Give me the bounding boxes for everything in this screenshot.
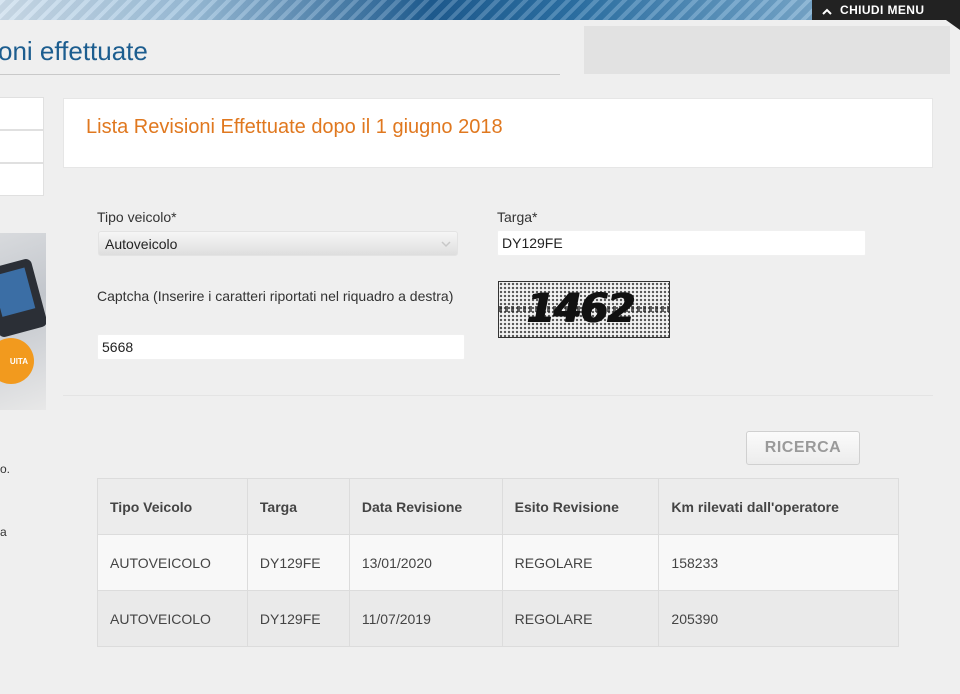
panel-header: Lista Revisioni Effettuate dopo il 1 giu… [63, 98, 933, 168]
search-button[interactable]: RICERCA [746, 431, 860, 465]
table-cell: 11/07/2019 [348, 590, 503, 647]
results-table: Tipo Veicolo Targa Data Revisione Esito … [97, 478, 899, 647]
sidebar-item[interactable] [0, 97, 44, 130]
table-row: AUTOVEICOLO DY129FE 13/01/2020 REGOLARE … [97, 534, 899, 591]
table-cell: AUTOVEICOLO [97, 590, 248, 647]
captcha-input[interactable]: 5668 [97, 334, 465, 360]
column-header: Esito Revisione [501, 478, 660, 535]
table-cell: REGOLARE [501, 534, 660, 591]
captcha-image-text: 1462 [527, 286, 635, 332]
chevron-up-icon [822, 8, 832, 15]
table-cell: DY129FE [246, 534, 350, 591]
sidebar-text: a [0, 525, 7, 539]
column-header: Targa [246, 478, 350, 535]
promo-badge: UITA [0, 338, 34, 384]
table-row: AUTOVEICOLO DY129FE 11/07/2019 REGOLARE … [97, 590, 899, 647]
form-divider [63, 395, 933, 396]
captcha-image: 1462 [498, 281, 670, 338]
page-title: oni effettuate [0, 36, 148, 66]
table-cell: REGOLARE [501, 590, 660, 647]
table-cell: 13/01/2020 [348, 534, 503, 591]
header-side-box [584, 26, 950, 74]
column-header: Tipo Veicolo [97, 478, 248, 535]
tipo-veicolo-value: Autoveicolo [105, 236, 178, 252]
sidebar-text: o. [0, 462, 11, 476]
sidebar-item[interactable] [0, 163, 44, 196]
chevron-down-icon [441, 241, 451, 248]
column-header: Data Revisione [348, 478, 503, 535]
sidebar-item[interactable] [0, 130, 44, 163]
close-menu-label: CHIUDI MENU [840, 3, 925, 17]
table-cell: 158233 [658, 534, 899, 591]
tipo-veicolo-select[interactable]: Autoveicolo [98, 231, 458, 256]
targa-label: Targa* [497, 209, 538, 225]
tipo-veicolo-label: Tipo veicolo* [97, 209, 177, 225]
panel-title: Lista Revisioni Effettuate dopo il 1 giu… [86, 116, 503, 138]
device-image [0, 257, 46, 339]
close-menu-button[interactable]: CHIUDI MENU [812, 0, 960, 20]
table-header-row: Tipo Veicolo Targa Data Revisione Esito … [97, 478, 899, 535]
promo-banner[interactable]: UITA [0, 233, 46, 410]
captcha-label: Captcha (Inserire i caratteri riportati … [97, 288, 454, 304]
sidebar-menu [0, 97, 44, 196]
table-cell: DY129FE [246, 590, 350, 647]
table-cell: AUTOVEICOLO [97, 534, 248, 591]
title-divider [0, 74, 560, 75]
column-header: Km rilevati dall'operatore [658, 478, 899, 535]
targa-input[interactable]: DY129FE [497, 230, 866, 256]
table-cell: 205390 [658, 590, 899, 647]
